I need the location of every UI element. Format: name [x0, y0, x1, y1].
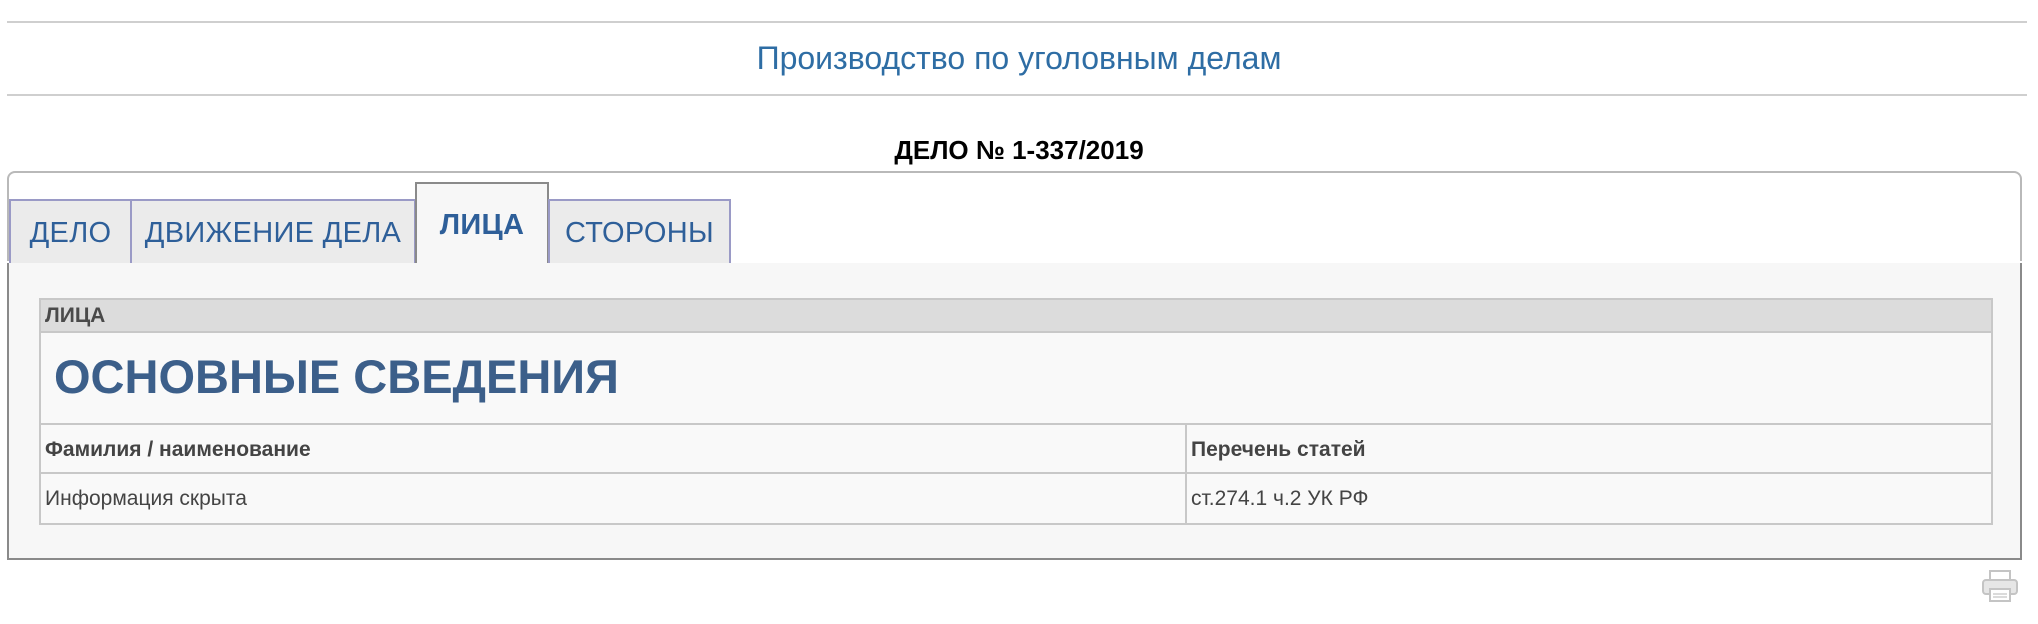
table-row: Информация скрыта ст.274.1 ч.2 УК РФ	[41, 474, 1991, 523]
table-caption: ЛИЦА	[41, 300, 1991, 333]
tab-litsa[interactable]: ЛИЦА	[415, 182, 549, 266]
cell-articles: ст.274.1 ч.2 УК РФ	[1191, 487, 1369, 510]
header-divider	[7, 94, 2027, 96]
tab-dvizhenie-dela[interactable]: ДВИЖЕНИЕ ДЕЛА	[130, 199, 416, 265]
table-heading: ОСНОВНЫЕ СВЕДЕНИЯ	[41, 333, 1991, 425]
cell-name: Информация скрыта	[41, 474, 1187, 523]
tab-storony[interactable]: СТОРОНЫ	[548, 199, 731, 265]
tab-label: ДВИЖЕНИЕ ДЕЛА	[144, 216, 402, 249]
case-title: ДЕЛО № 1-337/2019	[894, 135, 1144, 165]
tab-label: СТОРОНЫ	[565, 216, 714, 249]
tab-label: ДЕЛО	[29, 216, 112, 249]
column-header-articles: Перечень статей	[1191, 438, 1366, 461]
section-title: Производство по уголовным делам	[756, 40, 1282, 76]
printer-icon[interactable]	[1981, 569, 2019, 603]
top-divider	[7, 21, 2027, 23]
persons-table: ЛИЦА ОСНОВНЫЕ СВЕДЕНИЯ Фамилия / наимено…	[39, 298, 1993, 525]
tab-label: ЛИЦА	[439, 208, 525, 241]
table-header-row: Фамилия / наименование Перечень статей	[41, 425, 1991, 474]
tab-delo[interactable]: ДЕЛО	[9, 199, 132, 265]
column-header-name: Фамилия / наименование	[41, 425, 1187, 472]
